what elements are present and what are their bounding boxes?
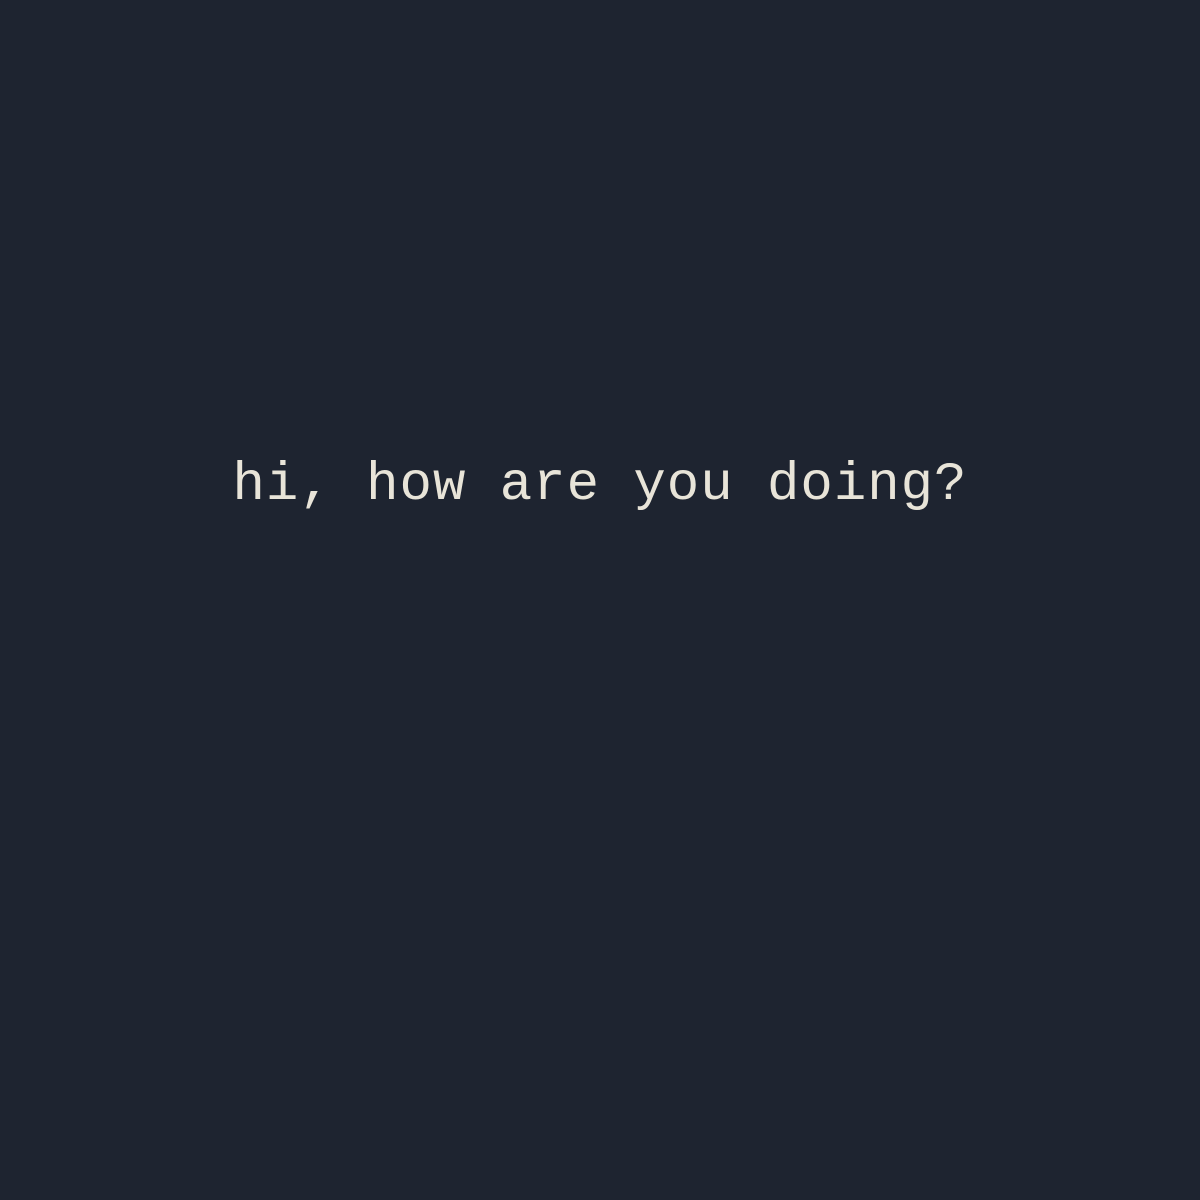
message-text: hi, how are you doing? bbox=[233, 455, 968, 516]
